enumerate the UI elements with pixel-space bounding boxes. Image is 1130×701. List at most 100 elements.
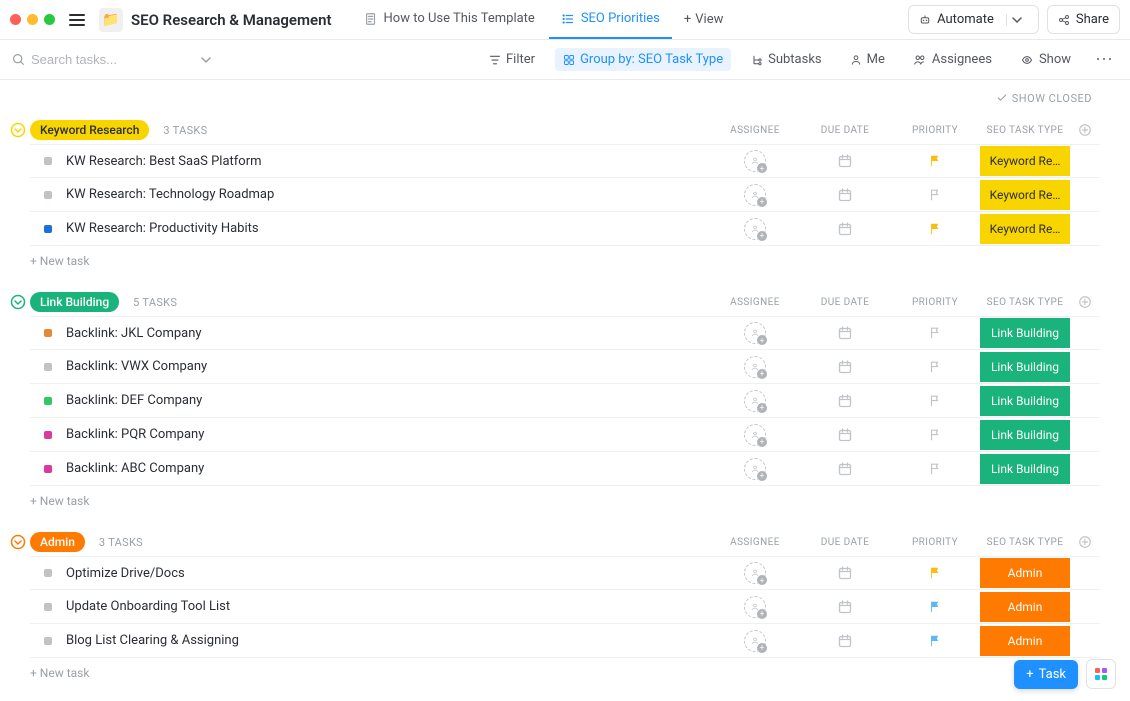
task-row[interactable]: Blog List Clearing & Assigning + Admin <box>30 624 1100 658</box>
assignee-cell[interactable]: + <box>710 390 800 412</box>
assignee-cell[interactable]: + <box>710 184 800 206</box>
task-row[interactable]: KW Research: Productivity Habits + Keywo… <box>30 212 1100 246</box>
subtasks-button[interactable]: Subtasks <box>743 48 830 71</box>
new-task-button[interactable]: + New task <box>10 486 1100 508</box>
new-task-button[interactable]: + New task <box>10 246 1100 268</box>
more-options-button[interactable]: ⋯ <box>1091 49 1118 70</box>
priority-cell[interactable] <box>890 394 980 408</box>
task-title[interactable]: Update Onboarding Tool List <box>66 599 710 614</box>
priority-cell[interactable] <box>890 600 980 614</box>
assignee-cell[interactable]: + <box>710 218 800 240</box>
priority-cell[interactable] <box>890 222 980 236</box>
task-title[interactable]: KW Research: Technology Roadmap <box>66 187 710 202</box>
due-date-cell[interactable] <box>800 461 890 477</box>
status-indicator[interactable] <box>44 225 52 233</box>
tasktype-cell[interactable]: Keyword Re… <box>980 214 1070 244</box>
task-title[interactable]: Optimize Drive/Docs <box>66 566 710 581</box>
status-indicator[interactable] <box>44 329 52 337</box>
assignee-cell[interactable]: + <box>710 596 800 618</box>
tasktype-cell[interactable]: Keyword Re… <box>980 146 1070 176</box>
add-column-button[interactable] <box>1070 123 1100 137</box>
collapse-toggle[interactable] <box>10 122 26 138</box>
priority-cell[interactable] <box>890 188 980 202</box>
task-row[interactable]: Update Onboarding Tool List + Admin <box>30 590 1100 624</box>
status-indicator[interactable] <box>44 637 52 645</box>
status-indicator[interactable] <box>44 397 52 405</box>
task-title[interactable]: KW Research: Productivity Habits <box>66 221 710 236</box>
priority-cell[interactable] <box>890 326 980 340</box>
add-view-button[interactable]: + View <box>674 0 734 39</box>
task-row[interactable]: Backlink: VWX Company + Link Building <box>30 350 1100 384</box>
task-title[interactable]: Backlink: PQR Company <box>66 427 710 442</box>
filter-button[interactable]: Filter <box>481 48 543 71</box>
task-row[interactable]: KW Research: Technology Roadmap + Keywor… <box>30 178 1100 212</box>
status-indicator[interactable] <box>44 603 52 611</box>
automate-dropdown[interactable] <box>1006 14 1028 26</box>
priority-cell[interactable] <box>890 360 980 374</box>
tasktype-cell[interactable]: Keyword Re… <box>980 180 1070 210</box>
due-date-cell[interactable] <box>800 325 890 341</box>
tasktype-cell[interactable]: Admin <box>980 626 1070 656</box>
priority-cell[interactable] <box>890 462 980 476</box>
task-title[interactable]: Backlink: VWX Company <box>66 359 710 374</box>
task-row[interactable]: Backlink: DEF Company + Link Building <box>30 384 1100 418</box>
assignee-cell[interactable]: + <box>710 322 800 344</box>
due-date-cell[interactable] <box>800 221 890 237</box>
tasktype-cell[interactable]: Link Building <box>980 318 1070 348</box>
priority-cell[interactable] <box>890 634 980 648</box>
me-button[interactable]: Me <box>842 48 893 71</box>
collapse-toggle[interactable] <box>10 294 26 310</box>
priority-cell[interactable] <box>890 428 980 442</box>
task-title[interactable]: KW Research: Best SaaS Platform <box>66 154 710 169</box>
task-row[interactable]: KW Research: Best SaaS Platform + Keywor… <box>30 144 1100 178</box>
due-date-cell[interactable] <box>800 427 890 443</box>
new-task-fab[interactable]: + Task <box>1014 660 1078 689</box>
task-row[interactable]: Optimize Drive/Docs + Admin <box>30 556 1100 590</box>
due-date-cell[interactable] <box>800 153 890 169</box>
status-indicator[interactable] <box>44 569 52 577</box>
due-date-cell[interactable] <box>800 599 890 615</box>
maximize-window-icon[interactable] <box>44 14 55 25</box>
search-input[interactable] <box>31 52 171 67</box>
assignee-cell[interactable]: + <box>710 630 800 652</box>
task-row[interactable]: Backlink: ABC Company + Link Building <box>30 452 1100 486</box>
status-indicator[interactable] <box>44 431 52 439</box>
due-date-cell[interactable] <box>800 359 890 375</box>
assignee-cell[interactable]: + <box>710 424 800 446</box>
automate-button[interactable]: Automate <box>908 5 1039 34</box>
task-row[interactable]: Backlink: JKL Company + Link Building <box>30 316 1100 350</box>
due-date-cell[interactable] <box>800 633 890 649</box>
due-date-cell[interactable] <box>800 565 890 581</box>
task-title[interactable]: Backlink: DEF Company <box>66 393 710 408</box>
show-button[interactable]: Show <box>1012 48 1079 71</box>
group-badge[interactable]: Link Building <box>30 292 119 312</box>
group-badge[interactable]: Admin <box>30 532 85 552</box>
share-button[interactable]: Share <box>1047 5 1120 34</box>
assignee-cell[interactable]: + <box>710 458 800 480</box>
add-column-button[interactable] <box>1070 295 1100 309</box>
task-title[interactable]: Blog List Clearing & Assigning <box>66 633 710 648</box>
menu-icon[interactable] <box>69 10 89 30</box>
status-indicator[interactable] <box>44 157 52 165</box>
assignee-cell[interactable]: + <box>710 150 800 172</box>
tasktype-cell[interactable]: Admin <box>980 558 1070 588</box>
status-indicator[interactable] <box>44 465 52 473</box>
tab-seo-priorities[interactable]: SEO Priorities <box>549 0 672 39</box>
assignees-button[interactable]: Assignees <box>905 48 1000 71</box>
minimize-window-icon[interactable] <box>27 14 38 25</box>
priority-cell[interactable] <box>890 566 980 580</box>
group-badge[interactable]: Keyword Research <box>30 120 149 140</box>
chevron-down-icon[interactable] <box>200 54 212 66</box>
tasktype-cell[interactable]: Link Building <box>980 386 1070 416</box>
status-indicator[interactable] <box>44 363 52 371</box>
tab-how-to-use[interactable]: How to Use This Template <box>352 0 547 39</box>
group-by-button[interactable]: Group by: SEO Task Type <box>555 48 731 71</box>
apps-fab[interactable] <box>1086 659 1116 689</box>
close-window-icon[interactable] <box>10 14 21 25</box>
task-title[interactable]: Backlink: ABC Company <box>66 461 710 476</box>
task-title[interactable]: Backlink: JKL Company <box>66 326 710 341</box>
priority-cell[interactable] <box>890 154 980 168</box>
status-indicator[interactable] <box>44 191 52 199</box>
new-task-button[interactable]: + New task <box>10 658 1100 680</box>
due-date-cell[interactable] <box>800 187 890 203</box>
